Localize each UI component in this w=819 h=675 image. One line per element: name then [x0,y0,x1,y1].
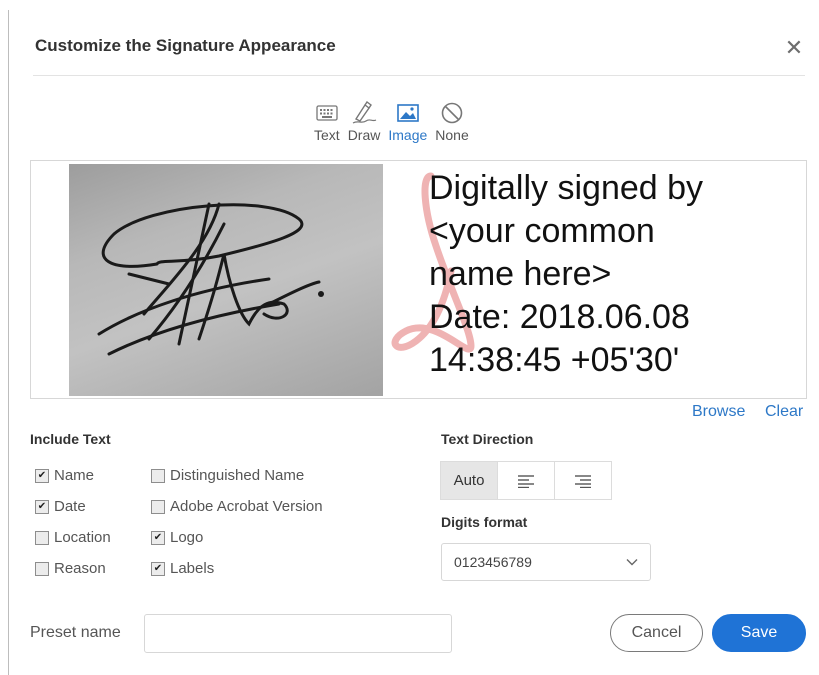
browse-link[interactable]: Browse [692,403,745,421]
text-direction-heading: Text Direction [441,431,534,447]
signature-line: name here> [429,255,612,293]
chevron-down-icon [626,559,638,566]
clear-link[interactable]: Clear [765,403,803,421]
checkbox-distinguished-name[interactable]: Distinguished Name [151,467,304,484]
checkbox-labels[interactable]: ✔ Labels [151,560,214,577]
checkbox-label: Date [54,498,86,515]
checkbox-checked-icon: ✔ [35,499,49,514]
include-text-heading: Include Text [30,431,111,447]
signature-line: 14:38:45 +05'30' [429,341,680,379]
tab-draw[interactable]: Draw [344,100,385,150]
save-button[interactable]: Save [712,614,806,652]
checkbox-label: Labels [170,560,215,577]
tab-draw-label: Draw [347,127,381,143]
checkbox-name[interactable]: ✔ Name [35,467,94,484]
keyboard-icon [316,100,338,126]
image-icon [397,100,419,126]
checkbox-label: Logo [170,529,204,546]
checkbox-checked-icon: ✔ [35,468,49,483]
pen-icon [350,100,378,126]
signature-line: <your common [429,212,655,250]
preset-name-input[interactable] [144,614,452,653]
digits-format-value: 0123456789 [454,554,532,570]
direction-auto-button[interactable]: Auto [440,461,498,500]
signature-mode-tabs: Text Draw Image None [310,100,473,150]
signature-image [69,164,383,396]
checkbox-unchecked-icon [151,468,165,483]
digits-format-heading: Digits format [441,514,528,530]
checkbox-acrobat-version[interactable]: Adobe Acrobat Version [151,498,323,515]
signature-text: Digitally signed by <your common name he… [429,167,799,382]
tab-text[interactable]: Text [310,100,344,150]
checkbox-location[interactable]: Location [35,529,111,546]
tab-none[interactable]: None [431,100,472,150]
tab-none-label: None [435,127,469,143]
window-edge [8,10,9,675]
signature-preview: Digitally signed by <your common name he… [30,160,807,399]
checkbox-unchecked-icon [35,561,49,576]
checkbox-checked-icon: ✔ [151,530,165,545]
checkbox-label: Location [54,529,111,546]
checkbox-unchecked-icon [151,499,165,514]
cancel-button[interactable]: Cancel [610,614,703,652]
signature-line: Date: 2018.06.08 [429,298,690,336]
direction-right-button[interactable] [554,461,612,500]
checkbox-checked-icon: ✔ [151,561,165,576]
direction-left-button[interactable] [497,461,555,500]
checkbox-label: Distinguished Name [170,467,305,484]
direction-auto-label: Auto [453,472,485,489]
close-icon[interactable]: ✕ [782,36,806,60]
preset-name-label: Preset name [30,624,121,641]
align-right-icon [575,474,591,488]
digits-format-select[interactable]: 0123456789 [441,543,651,581]
tab-image-label: Image [388,127,428,143]
title-divider [33,75,805,76]
text-direction-group: Auto [440,461,612,500]
checkbox-label: Adobe Acrobat Version [170,498,323,515]
checkbox-reason[interactable]: Reason [35,560,106,577]
signature-line: Digitally signed by [429,169,704,207]
dialog-title: Customize the Signature Appearance [35,36,336,55]
none-icon [440,100,464,126]
tab-text-label: Text [314,127,340,143]
checkbox-label: Name [54,467,95,484]
align-left-icon [518,474,534,488]
checkbox-date[interactable]: ✔ Date [35,498,86,515]
tab-image[interactable]: Image [384,100,431,150]
checkbox-logo[interactable]: ✔ Logo [151,529,203,546]
checkbox-label: Reason [54,560,106,577]
checkbox-unchecked-icon [35,530,49,545]
